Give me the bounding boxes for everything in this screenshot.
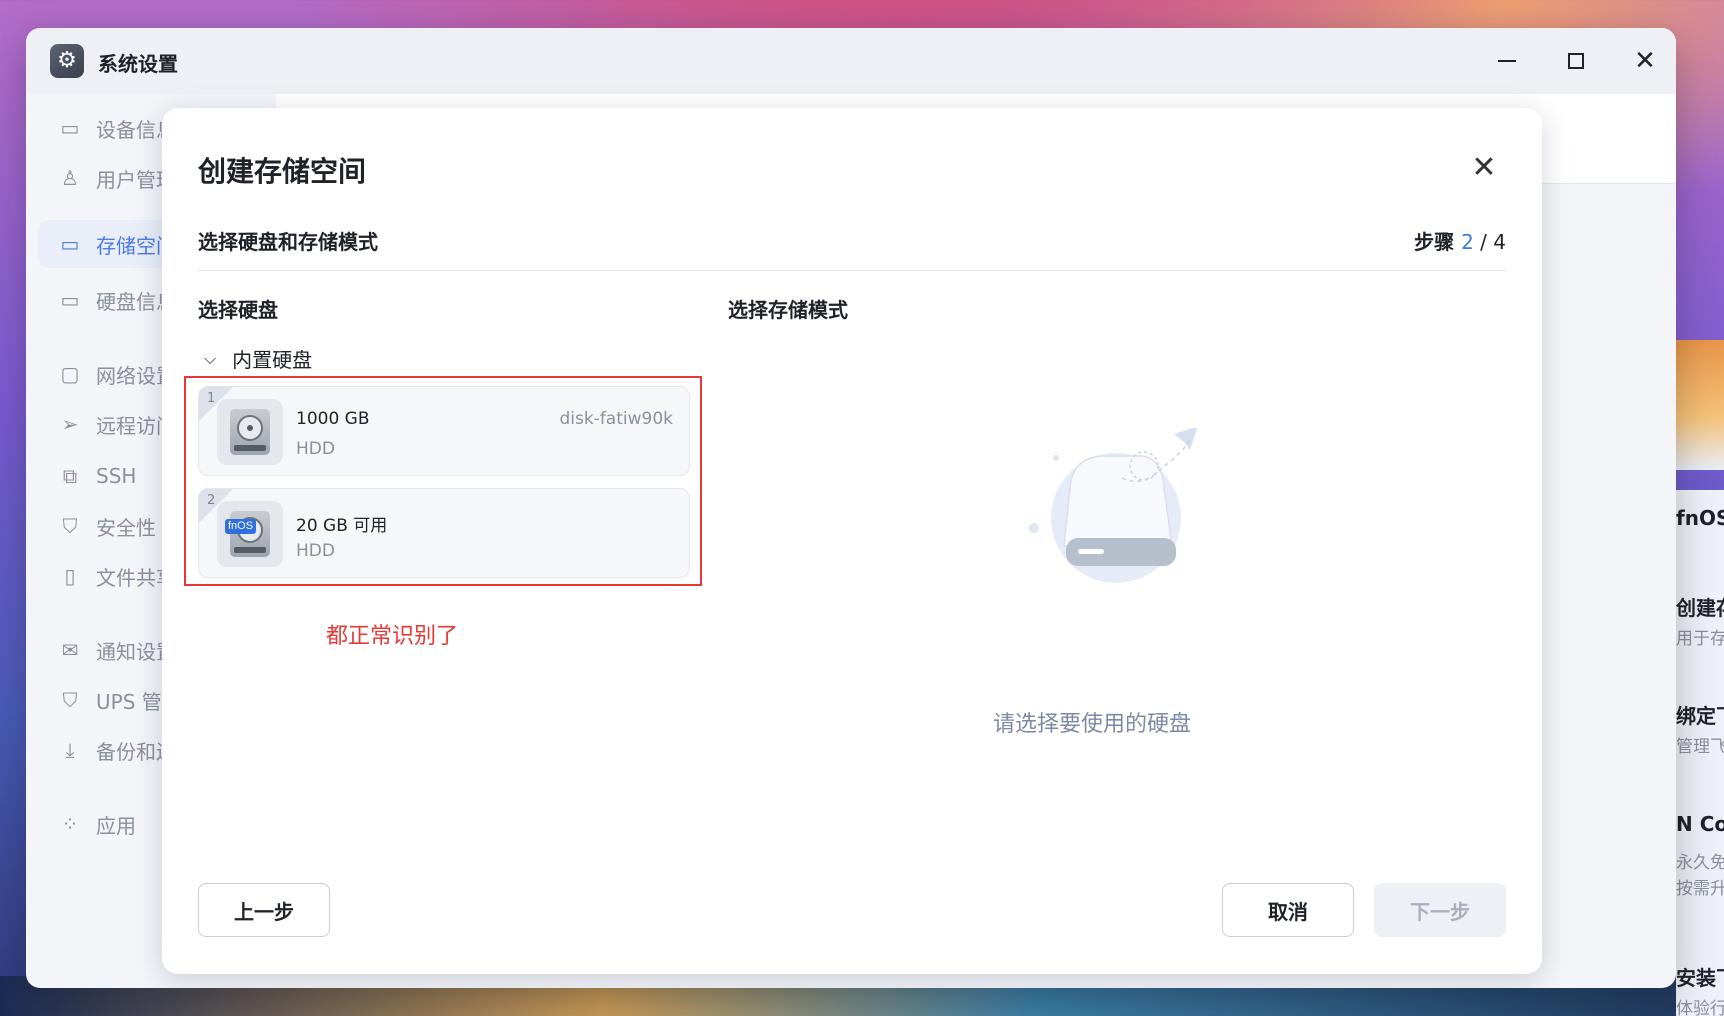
drive-icon: ▭: [60, 116, 80, 140]
user-icon: ♙: [61, 166, 79, 190]
code-icon: ⧉: [62, 464, 78, 488]
dialog-close-button[interactable]: ✕: [1466, 150, 1502, 186]
send-icon: ➢: [61, 412, 79, 436]
disk-size: 20 GB 可用: [296, 516, 388, 536]
download-icon: ⤓: [65, 738, 75, 762]
background-panel-heading: fnOS: [1676, 506, 1724, 530]
maximize-button[interactable]: [1561, 46, 1591, 76]
window-title: 系统设置: [98, 52, 178, 76]
minimize-icon: [1498, 60, 1516, 62]
background-card-subtitle: 永久免费: [1676, 853, 1724, 873]
background-card-title: 绑定飞: [1676, 704, 1724, 728]
background-card-title: N Con: [1676, 812, 1724, 836]
empty-state-text: 请选择要使用的硬盘: [992, 712, 1191, 737]
close-icon: ✕: [1634, 46, 1656, 76]
background-card-subtitle: 体验行: [1676, 999, 1724, 1016]
network-icon: ▢: [60, 362, 80, 386]
disk-index: 2: [207, 493, 216, 508]
chevron-down-icon: ⌵: [204, 348, 217, 368]
hdd-icon: [217, 399, 283, 465]
group-label: 内置硬盘: [232, 348, 313, 372]
disk-card[interactable]: 2 fnOS 20 GB 可用 HDD: [198, 488, 690, 578]
disk-index: 1: [207, 391, 216, 406]
shield-outline-icon: ⛉: [62, 688, 78, 712]
hdd-icon: fnOS: [217, 501, 283, 567]
background-card-subtitle: 用于存储: [1676, 629, 1724, 649]
sidebar-item-label: 应用: [96, 813, 136, 838]
next-step-button[interactable]: 下一步: [1374, 883, 1506, 937]
section-title: 选择硬盘和存储模式: [198, 230, 378, 254]
gear-icon: ⚙: [50, 44, 84, 78]
step-current: 2: [1461, 230, 1474, 254]
background-card-subtitle: 管理飞牛: [1676, 737, 1724, 757]
file-icon: ▯: [64, 564, 76, 588]
close-icon: ✕: [1471, 150, 1497, 185]
dialog-title: 创建存储空间: [198, 155, 367, 188]
window-close-button[interactable]: ✕: [1630, 46, 1660, 76]
annotation-text: 都正常识别了: [326, 624, 459, 649]
disk-type: HDD: [296, 541, 335, 561]
disk-type: HDD: [296, 439, 335, 459]
background-card-subtitle: 按需升级: [1676, 879, 1724, 899]
shield-icon: ⛉: [62, 514, 78, 538]
step-indicator: 步骤 2 / 4: [1414, 226, 1506, 255]
create-storage-dialog: 创建存储空间 ✕ 选择硬盘和存储模式 步骤 2 / 4 选择硬盘 选择存储模式 …: [162, 108, 1542, 974]
minimize-button[interactable]: [1492, 46, 1522, 76]
select-disk-title: 选择硬盘: [198, 298, 278, 322]
disk-name: disk-fatiw90k: [559, 409, 673, 429]
storage-icon: ▭: [60, 232, 80, 256]
system-disk-badge: fnOS: [225, 519, 257, 534]
disk-card[interactable]: 1 1000 GB HDD disk-fatiw90k: [198, 386, 690, 476]
background-card-title: 安装飞: [1676, 966, 1724, 990]
cancel-button[interactable]: 取消: [1222, 883, 1354, 937]
step-separator: /: [1473, 230, 1494, 254]
window-titlebar: ⚙ 系统设置 ✕: [26, 28, 1676, 94]
select-storage-mode-title: 选择存储模式: [728, 298, 848, 322]
empty-disk-illustration: [1029, 428, 1198, 583]
sidebar-item-label: SSH: [96, 464, 137, 488]
maximize-icon: [1568, 53, 1584, 69]
step-label: 步骤: [1414, 230, 1455, 254]
background-card-title: 创建存储: [1676, 596, 1724, 620]
disk-icon: ▭: [60, 288, 80, 312]
internal-disks-group-toggle[interactable]: ⌵ 内置硬盘: [198, 344, 312, 373]
disk-size: 1000 GB: [296, 409, 370, 429]
previous-step-button[interactable]: 上一步: [198, 883, 330, 937]
step-total: 4: [1493, 230, 1506, 254]
divider: [198, 270, 1506, 271]
apps-icon: ⁘: [61, 812, 79, 836]
sidebar-item-label: 安全性: [96, 515, 156, 540]
mail-icon: ✉: [61, 638, 79, 662]
